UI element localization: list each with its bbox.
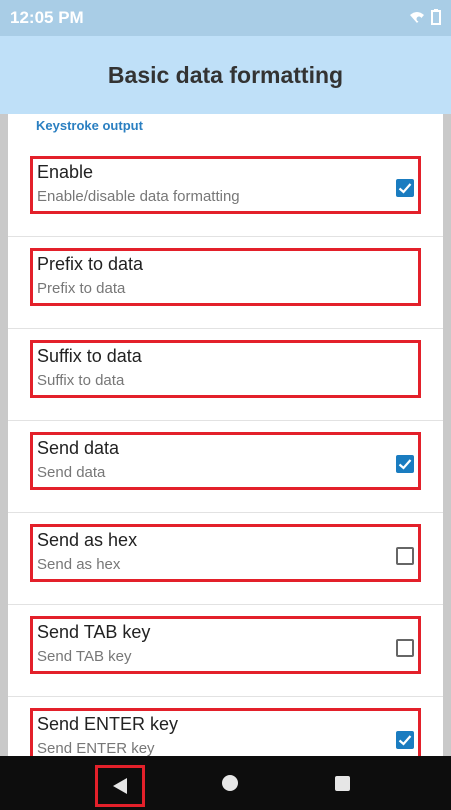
app-bar: Basic data formatting (0, 36, 451, 114)
setting-subtitle: Send data (37, 464, 106, 481)
right-gutter (443, 114, 451, 756)
setting-title: Send TAB key (37, 622, 151, 642)
navigation-bar (0, 756, 451, 810)
checkmark-icon (398, 735, 412, 746)
setting-title: Enable (37, 162, 94, 182)
page-title: Basic data formatting (107, 62, 344, 88)
home-icon[interactable] (222, 775, 238, 791)
wifi-icon (410, 12, 424, 23)
setting-subtitle: Send as hex (37, 556, 121, 573)
back-button[interactable] (95, 765, 145, 807)
send-enter-checkbox[interactable] (396, 731, 414, 749)
setting-send-tab[interactable]: Send TAB key Send TAB key (8, 604, 443, 697)
setting-suffix[interactable]: Suffix to data Suffix to data (8, 328, 443, 421)
setting-send-enter[interactable]: Send ENTER key Send ENTER key (8, 696, 443, 756)
checkmark-icon (398, 183, 412, 194)
recents-icon[interactable] (335, 776, 350, 791)
status-time: 12:05 PM (10, 8, 84, 27)
status-bar: 12:05 PM (0, 0, 451, 36)
send-tab-checkbox[interactable] (396, 639, 414, 657)
battery-icon (431, 9, 441, 25)
setting-subtitle: Prefix to data (37, 280, 126, 297)
send-data-checkbox[interactable] (396, 455, 414, 473)
setting-subtitle: Enable/disable data formatting (37, 188, 240, 205)
send-hex-checkbox[interactable] (396, 547, 414, 565)
setting-title: Suffix to data (37, 346, 142, 366)
enable-checkbox[interactable] (396, 179, 414, 197)
setting-subtitle: Suffix to data (37, 372, 125, 389)
left-gutter (0, 114, 8, 756)
setting-send-data[interactable]: Send data Send data (8, 420, 443, 513)
section-header: Keystroke output (36, 118, 143, 133)
setting-title: Send data (37, 438, 120, 458)
setting-title: Send ENTER key (37, 714, 179, 734)
setting-subtitle: Send ENTER key (37, 740, 155, 756)
setting-prefix[interactable]: Prefix to data Prefix to data (8, 236, 443, 329)
setting-enable[interactable]: Enable Enable/disable data formatting (8, 144, 443, 237)
setting-send-hex[interactable]: Send as hex Send as hex (8, 512, 443, 605)
checkmark-icon (398, 459, 412, 470)
setting-title: Send as hex (37, 530, 138, 550)
back-icon (113, 778, 127, 794)
status-icons (409, 9, 441, 25)
settings-panel: Keystroke output Enable Enable/disable d… (8, 114, 443, 756)
setting-title: Prefix to data (37, 254, 144, 274)
setting-subtitle: Send TAB key (37, 648, 132, 665)
